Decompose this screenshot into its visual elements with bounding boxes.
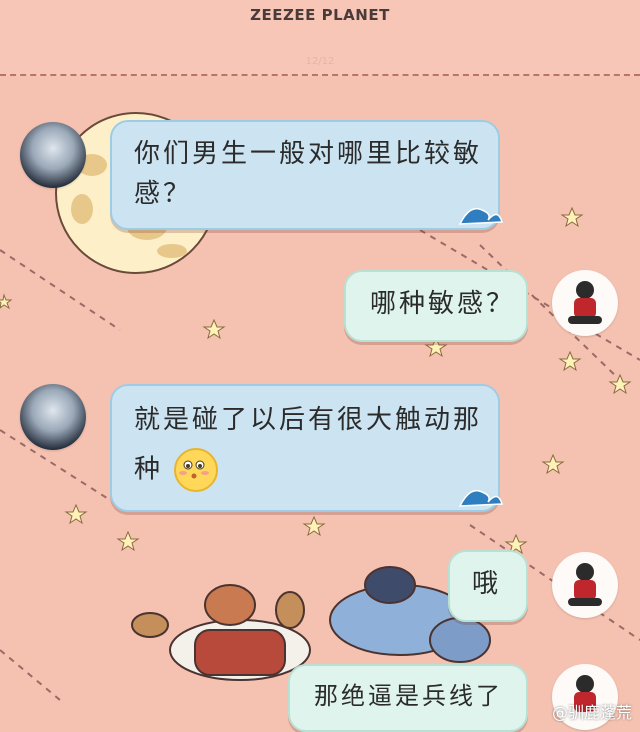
background-decoration xyxy=(0,206,640,701)
message-text: 种 xyxy=(134,448,219,492)
boy-figure-icon xyxy=(568,281,602,324)
watermark: @驯鹿蓬荒 xyxy=(551,703,632,722)
star-icon xyxy=(64,503,88,525)
star-icon xyxy=(608,373,632,395)
boy-avatar[interactable] xyxy=(552,552,618,618)
message-text: 哪种敏感？ xyxy=(370,289,516,319)
star-icon xyxy=(0,293,13,310)
star-icon xyxy=(558,350,582,372)
star-icon xyxy=(116,530,140,552)
star-icon xyxy=(560,206,584,228)
star-icon xyxy=(202,318,226,340)
chat-bubble-received: 就是碰了以后有很大触动那 种 xyxy=(110,384,503,512)
boy-avatar[interactable] xyxy=(552,270,618,336)
message-text: 哦 xyxy=(472,569,502,599)
star-icon xyxy=(302,515,326,537)
girl-avatar[interactable] xyxy=(20,384,86,450)
chat-bubble-sent: 哦 xyxy=(448,550,528,622)
boy-figure-icon xyxy=(568,563,602,606)
wave-icon xyxy=(458,489,503,507)
chat-bubble-received: 你们男生一般对哪里比较敏 感？ xyxy=(110,120,503,230)
chat-bubble-sent: 哪种敏感？ xyxy=(344,270,528,342)
message-text: 那绝逼是兵线了 xyxy=(314,682,503,710)
message-text: 感？ xyxy=(134,179,193,209)
message-text: 就是碰了以后有很大触动那 xyxy=(134,405,483,435)
message-text: 你们男生一般对哪里比较敏 xyxy=(134,139,483,169)
star-icon xyxy=(541,453,565,475)
wave-icon xyxy=(458,207,503,225)
chat-bubble-sent: 那绝逼是兵线了 xyxy=(288,664,528,732)
message-text: 种 xyxy=(134,454,164,485)
emoji-icon xyxy=(174,448,219,492)
girl-avatar[interactable] xyxy=(20,122,86,188)
